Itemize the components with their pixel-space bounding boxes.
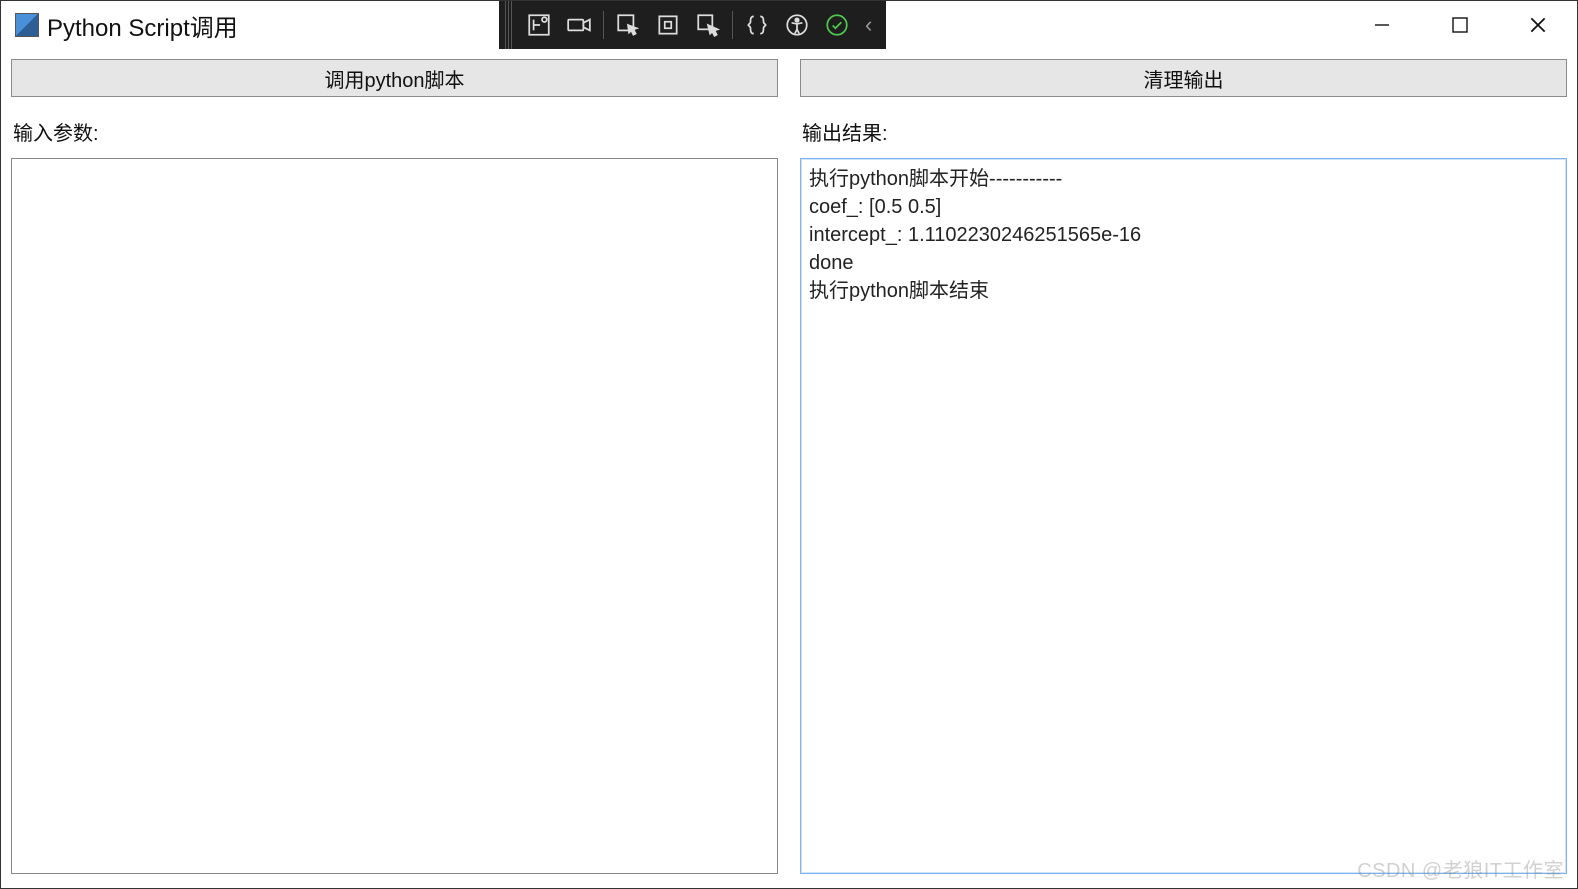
right-column: 清理输出 输出结果: bbox=[800, 59, 1567, 874]
toolbar-separator bbox=[732, 11, 733, 39]
app-window: Python Script调用 bbox=[0, 0, 1578, 889]
run-script-button[interactable]: 调用python脚本 bbox=[11, 59, 778, 97]
focus-box-icon[interactable] bbox=[648, 5, 688, 45]
minimize-button[interactable] bbox=[1343, 1, 1421, 49]
content-area: 调用python脚本 输入参数: 清理输出 输出结果: bbox=[1, 49, 1577, 888]
window-title: Python Script调用 bbox=[47, 8, 238, 43]
debug-toolbar: ‹ bbox=[499, 1, 886, 49]
camera-icon[interactable] bbox=[559, 5, 599, 45]
output-result-textbox[interactable] bbox=[800, 158, 1567, 874]
left-column: 调用python脚本 输入参数: bbox=[11, 59, 778, 874]
output-result-label: 输出结果: bbox=[802, 117, 1567, 146]
input-params-textbox[interactable] bbox=[11, 158, 778, 874]
pointer-arrow-icon[interactable] bbox=[608, 5, 648, 45]
titlebar: Python Script调用 bbox=[1, 1, 1577, 49]
toolbar-grip-icon[interactable] bbox=[505, 1, 513, 49]
window-controls bbox=[1343, 1, 1577, 49]
clear-output-button-label: 清理输出 bbox=[1144, 64, 1224, 93]
live-tree-icon[interactable] bbox=[519, 5, 559, 45]
close-button[interactable] bbox=[1499, 1, 1577, 49]
ok-check-icon[interactable] bbox=[817, 5, 857, 45]
maximize-button[interactable] bbox=[1421, 1, 1499, 49]
run-script-button-label: 调用python脚本 bbox=[324, 64, 464, 93]
accessibility-icon[interactable] bbox=[777, 5, 817, 45]
inspect-icon[interactable] bbox=[688, 5, 728, 45]
toolbar-chevron-icon[interactable]: ‹ bbox=[857, 12, 880, 38]
clear-output-button[interactable]: 清理输出 bbox=[800, 59, 1567, 97]
input-params-label: 输入参数: bbox=[13, 117, 778, 146]
toolbar-separator bbox=[603, 11, 604, 39]
braces-icon[interactable] bbox=[737, 5, 777, 45]
app-icon bbox=[15, 13, 39, 37]
